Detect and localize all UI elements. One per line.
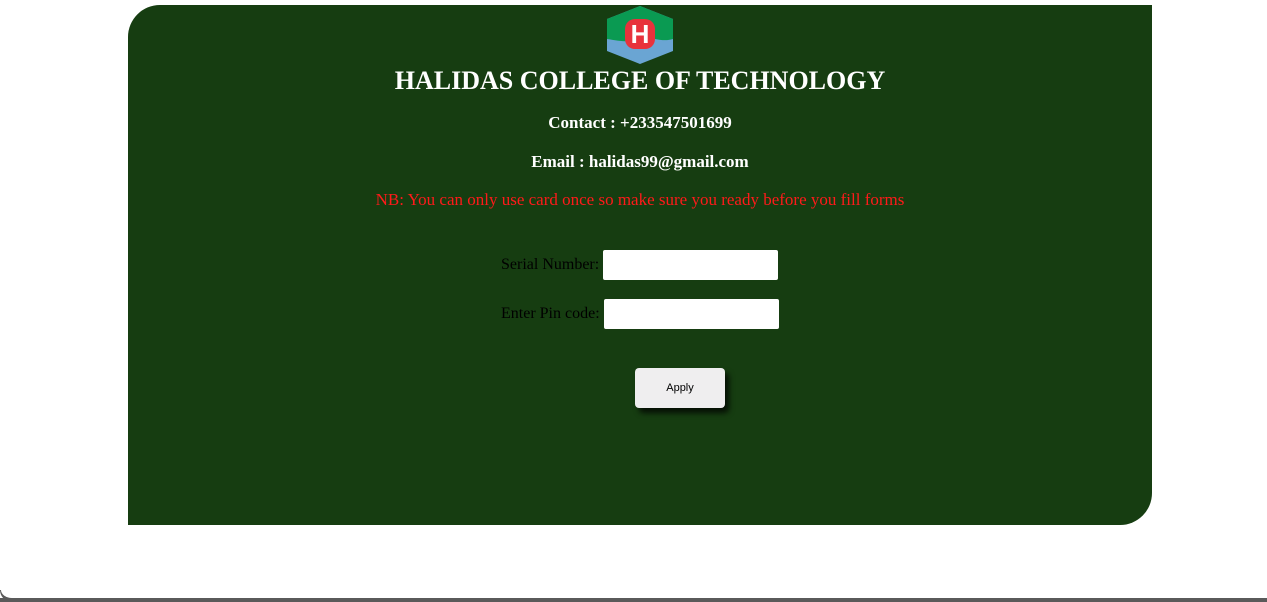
college-title: HALIDAS COLLEGE OF TECHNOLOGY <box>394 66 886 95</box>
window-bottom-edge <box>0 598 1267 602</box>
apply-button[interactable]: Apply <box>635 368 725 408</box>
serial-number-row: Serial Number: <box>501 250 779 280</box>
logo-letter: H <box>631 19 650 49</box>
serial-number-input[interactable] <box>603 250 779 280</box>
contact-text: Contact : +233547501699 <box>548 113 732 132</box>
pin-code-label: Enter Pin code: <box>501 305 600 322</box>
main-panel: H HALIDAS COLLEGE OF TECHNOLOGY Contact … <box>128 5 1152 525</box>
card-usage-notice: NB: You can only use card once so make s… <box>375 190 905 209</box>
serial-number-label: Serial Number: <box>501 256 600 273</box>
pin-code-row: Enter Pin code: <box>501 299 779 329</box>
page: H HALIDAS COLLEGE OF TECHNOLOGY Contact … <box>0 0 1267 602</box>
college-logo: H <box>607 6 673 64</box>
pin-code-input[interactable] <box>603 299 779 329</box>
email-text: Email : halidas99@gmail.com <box>531 152 749 171</box>
